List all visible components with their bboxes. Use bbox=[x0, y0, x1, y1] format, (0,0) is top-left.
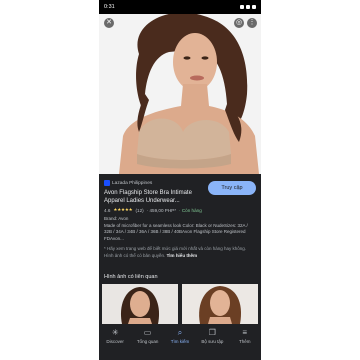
related-photo-2 bbox=[182, 284, 258, 324]
phone-screen: 0:31 ✕ ◎ ⋮ Lazada Philippines Truy cập A… bbox=[99, 0, 261, 360]
disclaimer: * Hãy xem trang web để biết mức giá mới … bbox=[104, 246, 256, 259]
nav-label: Tổng quan bbox=[136, 339, 159, 344]
signal-icon bbox=[240, 5, 244, 9]
nav-collections[interactable]: ❐ Bộ sưu tập bbox=[197, 328, 227, 360]
lazada-logo-icon bbox=[104, 180, 110, 186]
learn-more-link[interactable]: Tìm hiểu thêm bbox=[167, 253, 198, 258]
source-name: Lazada Philippines bbox=[112, 180, 153, 186]
search-icon: ⌕ bbox=[177, 328, 183, 337]
nav-search[interactable]: ⌕ Tìm kiếm bbox=[165, 328, 195, 360]
nav-label: Thêm bbox=[238, 339, 251, 344]
inbox-icon: ▭ bbox=[143, 328, 152, 337]
status-bar: 0:31 bbox=[99, 0, 261, 14]
info-panel: Lazada Philippines Truy cập Avon Flagshi… bbox=[99, 174, 261, 270]
rating-stars-icon: ★★★★★ bbox=[113, 207, 133, 212]
related-image-2[interactable] bbox=[182, 284, 258, 324]
wifi-icon bbox=[246, 5, 250, 9]
bottom-navigation: ✳ Discover ▭ Tổng quan ⌕ Tìm kiếm ❐ Bộ s… bbox=[99, 324, 261, 360]
visit-button[interactable]: Truy cập bbox=[208, 181, 256, 195]
asterisk-icon: ✳ bbox=[111, 328, 119, 337]
review-count: (12) bbox=[135, 207, 144, 213]
nav-discover[interactable]: ✳ Discover bbox=[100, 328, 130, 360]
product-photo bbox=[99, 14, 261, 174]
close-icon[interactable]: ✕ bbox=[104, 18, 114, 28]
status-time: 0:31 bbox=[104, 4, 115, 10]
nav-more[interactable]: ≡ Thêm bbox=[230, 328, 260, 360]
nav-overview[interactable]: ▭ Tổng quan bbox=[133, 328, 163, 360]
rating-row: 4.6 ★★★★★ (12) · 459,00 PHP* · Còn hàng bbox=[104, 207, 256, 213]
menu-icon: ≡ bbox=[242, 328, 248, 337]
nav-label: Bộ sưu tập bbox=[201, 339, 224, 344]
product-image: ✕ ◎ ⋮ bbox=[99, 14, 261, 174]
battery-icon bbox=[252, 5, 256, 9]
related-heading: Hình ảnh có liên quan bbox=[104, 274, 158, 280]
stock-status: · Còn hàng bbox=[179, 207, 202, 213]
bookmark-icon: ❐ bbox=[208, 328, 216, 337]
rating-value: 4.6 bbox=[104, 207, 111, 213]
lens-icon[interactable]: ◎ bbox=[234, 18, 244, 28]
related-image-1[interactable] bbox=[102, 284, 178, 324]
product-description: Made of microfiber for a seamless look C… bbox=[104, 223, 248, 241]
nav-label: Discover bbox=[106, 339, 124, 344]
nav-label: Tìm kiếm bbox=[170, 339, 190, 344]
product-title[interactable]: Avon Flagship Store Bra Intimate Apparel… bbox=[104, 189, 208, 205]
more-vert-icon[interactable]: ⋮ bbox=[247, 18, 257, 28]
price: · 459,00 PHP* bbox=[146, 207, 177, 213]
related-photo-1 bbox=[102, 284, 178, 324]
brand-line: Brand: Avon bbox=[104, 216, 129, 221]
